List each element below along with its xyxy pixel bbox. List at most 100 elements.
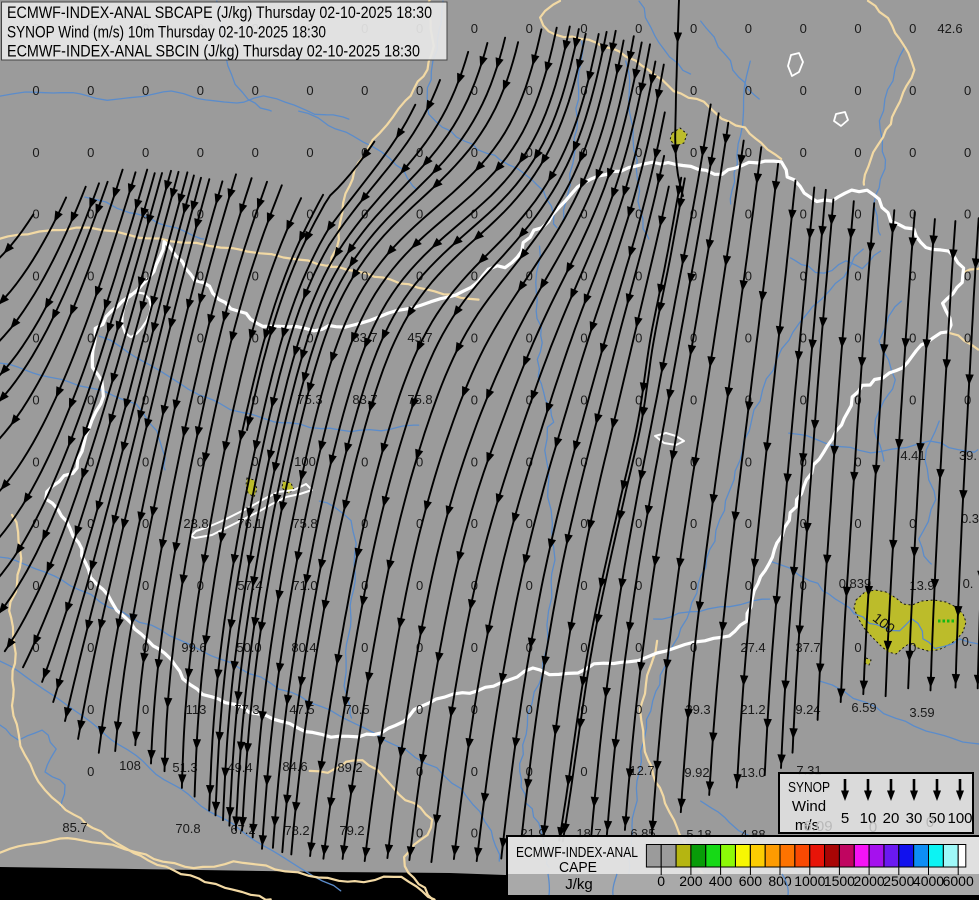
svg-text:0.: 0.	[963, 576, 974, 591]
svg-text:0: 0	[361, 640, 368, 655]
svg-text:0: 0	[926, 814, 934, 831]
svg-text:79.2: 79.2	[339, 823, 364, 838]
svg-text:42.6: 42.6	[937, 21, 962, 36]
svg-text:0: 0	[87, 764, 94, 779]
svg-text:0: 0	[635, 454, 642, 469]
svg-text:0: 0	[800, 392, 807, 407]
svg-text:0: 0	[580, 578, 587, 593]
svg-text:0: 0	[854, 21, 861, 36]
svg-text:2500: 2500	[883, 873, 914, 889]
svg-text:0.: 0.	[962, 634, 973, 649]
svg-text:0: 0	[32, 454, 39, 469]
svg-text:0: 0	[745, 331, 752, 346]
svg-text:0: 0	[657, 873, 665, 889]
svg-text:0: 0	[471, 516, 478, 531]
svg-text:SYNOP: SYNOP	[788, 779, 830, 796]
svg-text:21.2: 21.2	[740, 702, 765, 717]
svg-text:0: 0	[869, 819, 877, 836]
svg-text:0: 0	[32, 269, 39, 284]
svg-text:0: 0	[635, 21, 642, 36]
svg-text:0: 0	[197, 145, 204, 160]
svg-text:4000: 4000	[913, 873, 944, 889]
svg-text:0: 0	[690, 145, 697, 160]
svg-text:0: 0	[32, 145, 39, 160]
svg-text:0: 0	[800, 145, 807, 160]
svg-text:0: 0	[854, 83, 861, 98]
svg-text:0: 0	[416, 702, 423, 717]
svg-text:0: 0	[87, 640, 94, 655]
svg-text:400: 400	[709, 873, 733, 889]
svg-text:0: 0	[909, 331, 916, 346]
svg-text:0: 0	[142, 702, 149, 717]
svg-text:0: 0	[909, 145, 916, 160]
svg-text:0: 0	[909, 392, 916, 407]
svg-text:0: 0	[87, 83, 94, 98]
svg-text:0: 0	[909, 83, 916, 98]
svg-text:0: 0	[854, 640, 861, 655]
svg-text:0: 0	[142, 454, 149, 469]
svg-text:800: 800	[768, 873, 792, 889]
svg-text:ECMWF-INDEX-ANAL SBCAPE (J/kg): ECMWF-INDEX-ANAL SBCAPE (J/kg) Thursday …	[7, 3, 432, 22]
svg-text:0: 0	[745, 83, 752, 98]
svg-text:5: 5	[841, 810, 849, 827]
svg-text:0: 0	[800, 207, 807, 222]
svg-text:13.0: 13.0	[740, 765, 765, 780]
svg-text:0: 0	[635, 516, 642, 531]
svg-text:0: 0	[635, 640, 642, 655]
svg-text:0: 0	[471, 764, 478, 779]
svg-text:0: 0	[471, 392, 478, 407]
svg-text:0: 0	[32, 392, 39, 407]
svg-text:0: 0	[87, 145, 94, 160]
svg-text:6.59: 6.59	[851, 700, 876, 715]
svg-text:0: 0	[854, 145, 861, 160]
svg-text:0: 0	[745, 454, 752, 469]
svg-text:84.6: 84.6	[282, 759, 307, 774]
svg-text:0: 0	[964, 145, 971, 160]
svg-text:0: 0	[745, 145, 752, 160]
svg-text:0: 0	[361, 83, 368, 98]
svg-text:0: 0	[471, 826, 478, 841]
svg-text:SYNOP Wind (m/s) 10m Thursday: SYNOP Wind (m/s) 10m Thursday 02-10-2025…	[7, 23, 326, 42]
svg-text:0: 0	[800, 83, 807, 98]
svg-text:0: 0	[745, 207, 752, 222]
svg-text:0: 0	[854, 516, 861, 531]
svg-text:85.7: 85.7	[62, 820, 87, 835]
svg-text:0: 0	[580, 764, 587, 779]
svg-text:0: 0	[87, 702, 94, 717]
svg-text:51.3: 51.3	[172, 760, 197, 775]
svg-text:0: 0	[964, 269, 971, 284]
svg-text:0: 0	[909, 21, 916, 36]
svg-text:0: 0	[416, 826, 423, 841]
svg-text:0: 0	[800, 21, 807, 36]
svg-text:0: 0	[32, 83, 39, 98]
svg-text:0: 0	[690, 516, 697, 531]
svg-text:89.2: 89.2	[337, 760, 362, 775]
svg-text:0: 0	[964, 331, 971, 346]
svg-text:0: 0	[854, 269, 861, 284]
svg-text:1500: 1500	[824, 873, 855, 889]
svg-text:70.5: 70.5	[344, 702, 369, 717]
svg-text:ECMWF-INDEX-ANAL SBCIN (J/kg): ECMWF-INDEX-ANAL SBCIN (J/kg) Thursday 0…	[7, 42, 420, 61]
svg-text:0: 0	[526, 331, 533, 346]
svg-text:600: 600	[739, 873, 763, 889]
svg-text:0: 0	[471, 21, 478, 36]
svg-text:113: 113	[186, 702, 207, 717]
svg-text:0: 0	[745, 516, 752, 531]
svg-text:1000: 1000	[794, 873, 825, 889]
svg-text:0: 0	[142, 145, 149, 160]
svg-text:0: 0	[580, 269, 587, 284]
svg-text:78.2: 78.2	[284, 823, 309, 838]
svg-text:30: 30	[906, 810, 923, 827]
svg-text:3.59: 3.59	[909, 705, 934, 720]
svg-text:CAPE: CAPE	[559, 859, 597, 876]
svg-text:200: 200	[679, 873, 703, 889]
svg-text:0: 0	[32, 331, 39, 346]
svg-text:0: 0	[252, 145, 259, 160]
svg-text:0.3: 0.3	[961, 511, 979, 526]
svg-text:0: 0	[526, 702, 533, 717]
svg-text:0: 0	[745, 21, 752, 36]
svg-text:0: 0	[471, 640, 478, 655]
svg-text:0: 0	[197, 331, 204, 346]
svg-text:6.09: 6.09	[803, 818, 832, 835]
svg-text:0: 0	[361, 454, 368, 469]
